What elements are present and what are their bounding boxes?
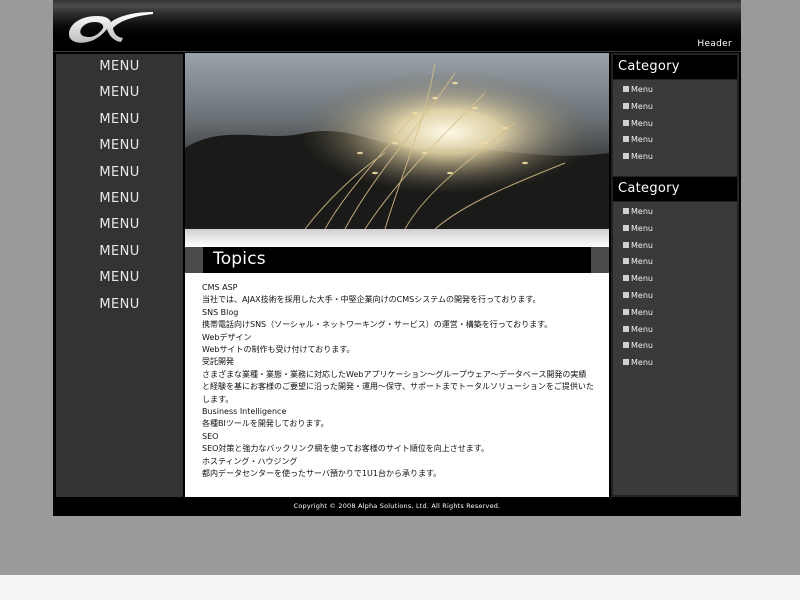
topic-text: Webサイトの制作も受け付けております。 bbox=[202, 345, 355, 355]
footer-copyright: Copyright © 2008 Alpha Solutions, Ltd. A… bbox=[293, 502, 501, 510]
category-item[interactable]: Menu bbox=[613, 271, 737, 288]
category-item[interactable]: Menu bbox=[613, 204, 737, 221]
topics-list: CMS ASP 当社では、AJAX技術を採用した大手・中堅企業向けのCMSシステ… bbox=[202, 282, 594, 481]
topic-text: 都内データセンターを使ったサーバ預かりで1U1台から承ります。 bbox=[202, 469, 442, 479]
topics-title: Topics bbox=[213, 249, 266, 269]
category-item[interactable]: Menu bbox=[613, 149, 737, 166]
topic-text: さまざまな業種・業態・業務に対応したWebアプリケーション～グループウェア～デー… bbox=[202, 369, 594, 404]
menu-item-9[interactable]: MENU bbox=[56, 265, 183, 291]
topic-heading: SNS Blog bbox=[202, 307, 239, 317]
bullet-square-icon bbox=[623, 325, 629, 332]
menu-item-4[interactable]: MENU bbox=[56, 133, 183, 159]
hero-fade bbox=[185, 229, 609, 247]
topic-text: 携帯電話向けSNS（ソーシャル・ネットワーキング・サービス）の運営・構築を行って… bbox=[202, 320, 553, 330]
category-item-label: Menu bbox=[631, 324, 653, 334]
topics-header-bar: Topics bbox=[185, 247, 609, 273]
menu-item-1[interactable]: MENU bbox=[56, 54, 183, 80]
category-list-1: Menu Menu Menu Menu Menu bbox=[613, 80, 737, 176]
category-item-label: Menu bbox=[631, 257, 653, 267]
topic-heading: CMS ASP bbox=[202, 283, 238, 292]
bullet-square-icon bbox=[623, 291, 629, 298]
category-item[interactable]: Menu bbox=[613, 221, 737, 238]
bullet-square-icon bbox=[623, 119, 629, 126]
menu-item-10[interactable]: MENU bbox=[56, 292, 183, 318]
bullet-square-icon bbox=[623, 102, 629, 109]
category-item[interactable]: Menu bbox=[613, 132, 737, 149]
bullet-square-icon bbox=[623, 153, 629, 160]
hero-image bbox=[185, 53, 609, 229]
topics-header-inner: Topics bbox=[203, 247, 591, 273]
bullet-square-icon bbox=[623, 258, 629, 265]
category-item[interactable]: Menu bbox=[613, 288, 737, 305]
topic-text: 各種BIツールを開発しております。 bbox=[202, 419, 329, 429]
category-item-label: Menu bbox=[631, 223, 653, 233]
category-item[interactable]: Menu bbox=[613, 82, 737, 99]
bullet-square-icon bbox=[623, 136, 629, 143]
page-bottom-band bbox=[0, 575, 800, 600]
menu-item-8[interactable]: MENU bbox=[56, 239, 183, 265]
category-item[interactable]: Menu bbox=[613, 254, 737, 271]
category-item-label: Menu bbox=[631, 240, 653, 250]
menu-item-7[interactable]: MENU bbox=[56, 212, 183, 238]
category-item-label: Menu bbox=[631, 101, 653, 111]
topic-heading: ホスティング・ハウジング bbox=[202, 456, 298, 466]
bullet-square-icon bbox=[623, 224, 629, 231]
main-content: Topics CMS ASP 当社では、AJAX技術を採用した大手・中堅企業向け… bbox=[185, 53, 609, 497]
category-item[interactable]: Menu bbox=[613, 322, 737, 339]
category-item[interactable]: Menu bbox=[613, 355, 737, 372]
category-item[interactable]: Menu bbox=[613, 338, 737, 355]
topic-heading: Webデザイン bbox=[202, 332, 252, 342]
bullet-square-icon bbox=[623, 308, 629, 315]
left-menu: MENU MENU MENU MENU MENU MENU MENU MENU … bbox=[56, 54, 183, 497]
menu-item-2[interactable]: MENU bbox=[56, 80, 183, 106]
category-item[interactable]: Menu bbox=[613, 116, 737, 133]
header-divider bbox=[53, 51, 741, 52]
page-frame: Header MENU MENU MENU MENU MENU MENU MEN… bbox=[53, 0, 741, 516]
topic-heading: SEO bbox=[202, 431, 219, 441]
right-sidebar: Category Menu Menu Menu Menu Menu Catego… bbox=[611, 53, 739, 497]
bullet-square-icon bbox=[623, 241, 629, 248]
category-item-label: Menu bbox=[631, 118, 653, 128]
category-item-label: Menu bbox=[631, 274, 653, 284]
bullet-square-icon bbox=[623, 359, 629, 366]
topic-heading: 受託開発 bbox=[202, 357, 234, 367]
category-item-label: Menu bbox=[631, 207, 653, 216]
category-item-label: Menu bbox=[631, 152, 653, 162]
category-item[interactable]: Menu bbox=[613, 238, 737, 255]
category-item-label: Menu bbox=[631, 290, 653, 300]
menu-item-3[interactable]: MENU bbox=[56, 107, 183, 133]
category-item-label: Menu bbox=[631, 358, 653, 368]
header-label: Header bbox=[697, 39, 732, 49]
category-item-label: Menu bbox=[631, 341, 653, 351]
topic-heading: Business Intelligence bbox=[202, 407, 287, 417]
category-heading-2: Category bbox=[613, 177, 737, 201]
category-item[interactable]: Menu bbox=[613, 305, 737, 322]
topic-text: 当社では、AJAX技術を採用した大手・中堅企業向けのCMSシステムの開発を行って… bbox=[202, 295, 541, 305]
category-item-label: Menu bbox=[631, 307, 653, 317]
category-list-2: Menu Menu Menu Menu Menu Menu Menu Menu … bbox=[613, 202, 737, 495]
top-bar bbox=[53, 0, 741, 37]
category-item-label: Menu bbox=[631, 85, 653, 94]
bullet-square-icon bbox=[623, 275, 629, 282]
topic-text: SEO対策と強力なバックリンク網を使ってお客様のサイト順位を向上させます。 bbox=[202, 444, 489, 454]
category-item-label: Menu bbox=[631, 135, 653, 145]
category-item[interactable]: Menu bbox=[613, 99, 737, 116]
menu-item-6[interactable]: MENU bbox=[56, 186, 183, 212]
company-logo[interactable] bbox=[67, 8, 155, 46]
bullet-square-icon bbox=[623, 86, 629, 92]
menu-item-5[interactable]: MENU bbox=[56, 160, 183, 186]
bullet-square-icon bbox=[623, 342, 629, 349]
bullet-square-icon bbox=[623, 208, 629, 214]
category-heading-1: Category bbox=[613, 55, 737, 79]
